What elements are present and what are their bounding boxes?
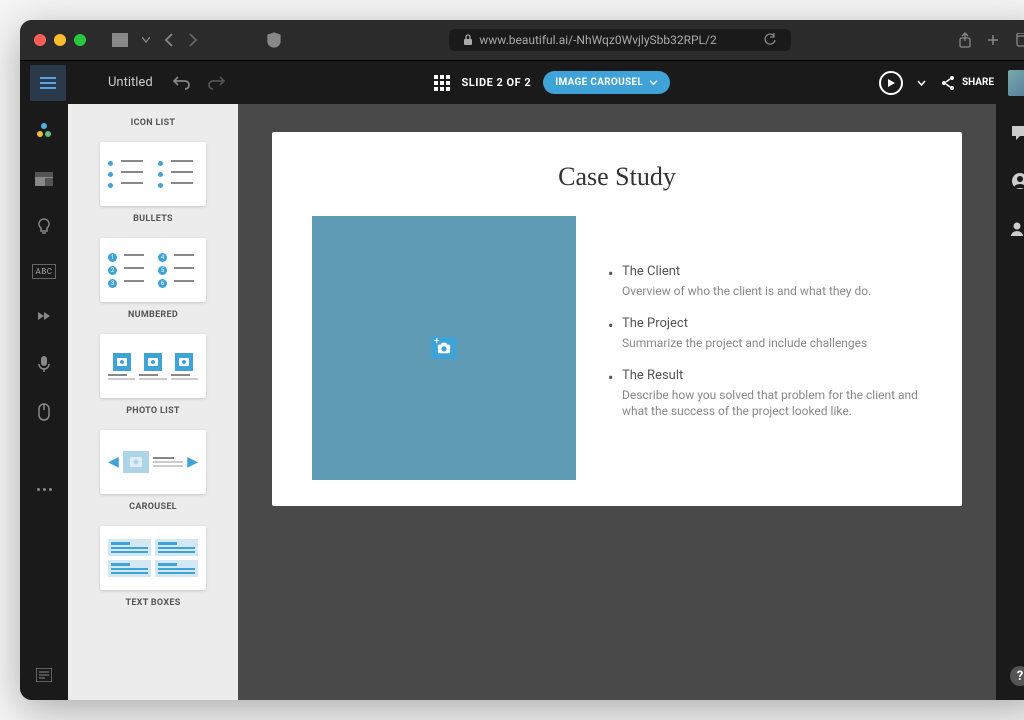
mouse-icon[interactable] xyxy=(33,401,55,423)
add-collaborator-icon[interactable] xyxy=(1009,218,1024,240)
undo-button[interactable] xyxy=(173,76,191,90)
url-text: www.beautiful.ai/-NhWqz0WvjlySbb32RPL/2 xyxy=(479,33,716,47)
maximize-window-button[interactable] xyxy=(74,34,86,46)
app-window: www.beautiful.ai/-NhWqz0WvjlySbb32RPL/2 … xyxy=(20,20,1024,700)
notes-icon[interactable] xyxy=(33,664,55,686)
add-image-icon[interactable] xyxy=(431,337,457,359)
template-panel[interactable]: ICON LIST BULLETS 1 4 2 5 xyxy=(68,104,238,700)
dropdown-icon[interactable] xyxy=(142,37,150,43)
browser-titlebar: www.beautiful.ai/-NhWqz0WvjlySbb32RPL/2 xyxy=(20,20,1024,60)
slide-bullet-list[interactable]: The Client Overview of who the client is… xyxy=(608,216,922,480)
chevron-down-icon xyxy=(649,78,658,87)
slide-grid-button[interactable] xyxy=(434,75,450,91)
share-nodes-icon xyxy=(940,75,956,91)
layout-icon[interactable] xyxy=(33,168,55,190)
lock-icon xyxy=(463,34,473,46)
share-button[interactable]: SHARE xyxy=(940,75,994,91)
comments-icon[interactable] xyxy=(1009,122,1024,144)
help-button[interactable]: ? xyxy=(1010,666,1024,686)
address-bar[interactable]: www.beautiful.ai/-NhWqz0WvjlySbb32RPL/2 xyxy=(449,29,790,51)
present-dropdown[interactable] xyxy=(917,80,926,86)
template-text-boxes[interactable]: TEXT BOXES xyxy=(68,526,238,608)
template-type-pill[interactable]: IMAGE CAROUSEL xyxy=(543,71,670,94)
new-tab-icon[interactable] xyxy=(986,33,1000,47)
main-area: ABC ICON LIST BULLETS xyxy=(20,104,1024,700)
close-window-button[interactable] xyxy=(34,34,46,46)
logo-icon[interactable] xyxy=(33,120,55,142)
redo-button[interactable] xyxy=(207,76,225,90)
list-item[interactable]: The Result Describe how you solved that … xyxy=(608,368,922,421)
list-item[interactable]: The Project Summarize the project and in… xyxy=(608,316,922,352)
record-icon[interactable] xyxy=(33,353,55,375)
user-avatar[interactable] xyxy=(1008,70,1024,96)
template-photo-list[interactable]: PHOTO LIST xyxy=(68,334,238,416)
hamburger-icon xyxy=(40,77,56,89)
left-rail: ABC xyxy=(20,104,68,700)
minimize-window-button[interactable] xyxy=(54,34,66,46)
template-icon-list[interactable]: ICON LIST xyxy=(68,110,238,128)
template-numbered[interactable]: 1 4 2 5 3 6 NUMBERED xyxy=(68,238,238,320)
forward-button[interactable] xyxy=(188,33,198,47)
share-icon[interactable] xyxy=(958,32,972,48)
reload-icon[interactable] xyxy=(763,33,777,47)
more-options[interactable] xyxy=(33,469,55,491)
slide-counter[interactable]: SLIDE 2 OF 2 xyxy=(462,76,532,89)
template-bullets[interactable]: BULLETS xyxy=(68,142,238,224)
main-menu-button[interactable] xyxy=(30,65,66,101)
account-icon[interactable] xyxy=(1009,170,1024,192)
right-rail: ? xyxy=(996,104,1024,700)
list-item[interactable]: The Client Overview of who the client is… xyxy=(608,264,922,300)
text-style-button[interactable]: ABC xyxy=(32,264,57,279)
tabs-icon[interactable] xyxy=(1014,33,1024,47)
slide[interactable]: Case Study The Client Overview of who th… xyxy=(272,132,962,506)
canvas-area[interactable]: Case Study The Client Overview of who th… xyxy=(238,104,996,700)
template-carousel[interactable]: ◀ ▶ CAROUSEL xyxy=(68,430,238,512)
slide-title[interactable]: Case Study xyxy=(312,162,922,192)
idea-icon[interactable] xyxy=(33,216,55,238)
back-button[interactable] xyxy=(164,33,174,47)
shield-icon[interactable] xyxy=(266,32,282,48)
animate-icon[interactable] xyxy=(33,305,55,327)
slide-image-placeholder[interactable] xyxy=(312,216,576,480)
window-controls xyxy=(34,34,86,46)
document-title[interactable]: Untitled xyxy=(108,75,153,90)
present-button[interactable] xyxy=(879,71,903,95)
app-toolbar: Untitled SLIDE 2 OF 2 IMAGE CAROUSEL SHA… xyxy=(20,60,1024,104)
sidebar-toggle-icon[interactable] xyxy=(112,33,128,47)
